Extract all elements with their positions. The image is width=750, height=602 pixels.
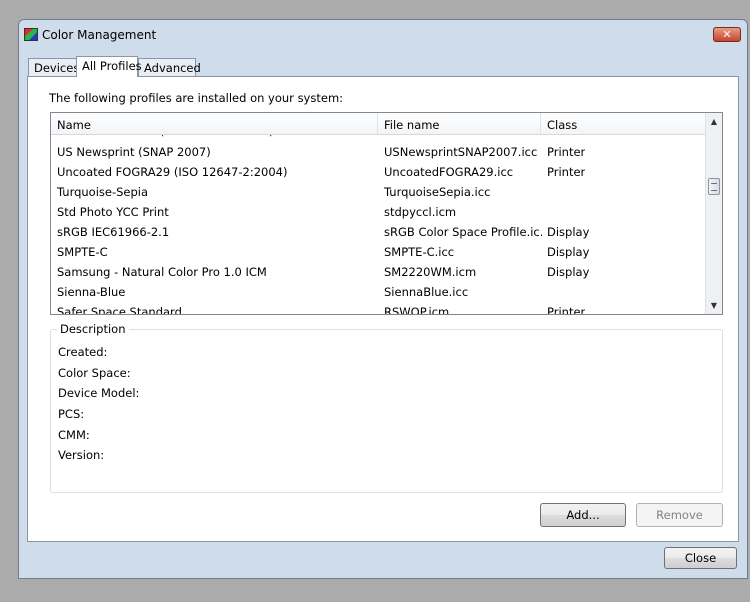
profile-file: SM2220WM.icm [384, 265, 477, 279]
profile-file: RSWOP.icm [384, 305, 450, 315]
table-row[interactable]: Std Photo YCC Print stdpyccl.icm [51, 202, 706, 222]
cmm-label: CMM: [58, 428, 90, 442]
profile-file: UncoatedFOGRA29.icc [384, 165, 514, 179]
profile-file: SMPTE-C.icc [384, 245, 455, 259]
profile-file: TurquoiseSepia.icc [384, 185, 491, 199]
profile-class: Display [547, 245, 590, 259]
table-row[interactable]: US Newsprint (SNAP 2007) USNewsprintSNAP… [51, 142, 706, 162]
tab-all-profiles[interactable]: All Profiles [76, 56, 142, 77]
close-button[interactable]: Close [664, 547, 737, 569]
scroll-thumb[interactable] [708, 178, 720, 195]
intro-text: The following profiles are installed on … [49, 91, 344, 105]
profile-file: USNewsprintSNAP2007.icc [384, 145, 538, 159]
table-row[interactable]: SMPTE-C SMPTE-C.icc Display [51, 242, 706, 262]
title-bar: Color Management ✕ [19, 20, 747, 50]
column-header-file-name[interactable]: File name [378, 113, 541, 135]
profile-class: Printer [547, 165, 586, 179]
profile-name: Turquoise-Sepia [57, 185, 149, 199]
add-button[interactable]: Add... [540, 503, 626, 527]
profile-name: Samsung - Natural Color Pro 1.0 ICM [57, 265, 267, 279]
tab-devices[interactable]: Devices [28, 58, 79, 76]
profile-class: Printer [547, 305, 586, 315]
table-row[interactable]: Samsung - Natural Color Pro 1.0 ICM SM22… [51, 262, 706, 282]
color-management-window: Color Management ✕ Devices All Profiles … [18, 19, 748, 579]
list-header: Name File name Class [51, 113, 706, 135]
column-header-class[interactable]: Class [541, 113, 706, 135]
profile-name: US Newsprint (SNAP 2007) [57, 145, 211, 159]
table-row[interactable]: Sienna-Blue SiennaBlue.icc [51, 282, 706, 302]
device-model-label: Device Model: [58, 386, 140, 400]
table-row[interactable]: Uncoated FOGRA29 (ISO 12647-2:2004) Unco… [51, 162, 706, 182]
color-management-icon [24, 28, 38, 41]
profile-name: SMPTE-C [57, 245, 108, 259]
profile-class: Display [547, 225, 590, 239]
profile-name: Sienna-Blue [57, 285, 126, 299]
table-row[interactable]: Safer Space Standard RSWOP.icm Printer [51, 302, 706, 315]
profile-class: Printer [547, 145, 586, 159]
profile-name: Safer Space Standard [57, 305, 182, 315]
profile-file: sRGB Color Space Profile.ic... [384, 225, 542, 239]
column-header-name[interactable]: Name [51, 113, 378, 135]
tab-advanced[interactable]: Advanced [138, 58, 201, 76]
scroll-down-icon[interactable]: ▼ [706, 297, 722, 314]
window-title: Color Management [42, 28, 157, 42]
profile-name: Std Photo YCC Print [57, 205, 169, 219]
profile-file: stdpyccl.icm [384, 205, 457, 219]
version-label: Version: [58, 448, 105, 462]
window-close-button[interactable]: ✕ [713, 27, 741, 42]
profile-name: sRGB IEC61966-2.1 [57, 225, 170, 239]
table-row[interactable]: Turquoise-Sepia TurquoiseSepia.icc [51, 182, 706, 202]
profiles-list[interactable]: Coated FOGRA39 (ISO 12647-2:2004) Coated… [50, 112, 723, 315]
all-profiles-panel: The following profiles are installed on … [27, 76, 739, 542]
remove-button[interactable]: Remove [636, 503, 723, 527]
table-row[interactable]: sRGB IEC61966-2.1 sRGB Color Space Profi… [51, 222, 706, 242]
profile-name: Uncoated FOGRA29 (ISO 12647-2:2004) [57, 165, 288, 179]
profile-file: SiennaBlue.icc [384, 285, 469, 299]
color-space-label: Color Space: [58, 366, 131, 380]
created-label: Created: [58, 345, 108, 359]
description-group: Description Created: Color Space: Device… [50, 322, 723, 493]
profile-class: Display [547, 265, 590, 279]
list-scrollbar[interactable]: ▲ ▼ [705, 113, 722, 314]
pcs-label: PCS: [58, 407, 85, 421]
scroll-up-icon[interactable]: ▲ [706, 113, 722, 130]
description-label: Description [57, 322, 129, 336]
